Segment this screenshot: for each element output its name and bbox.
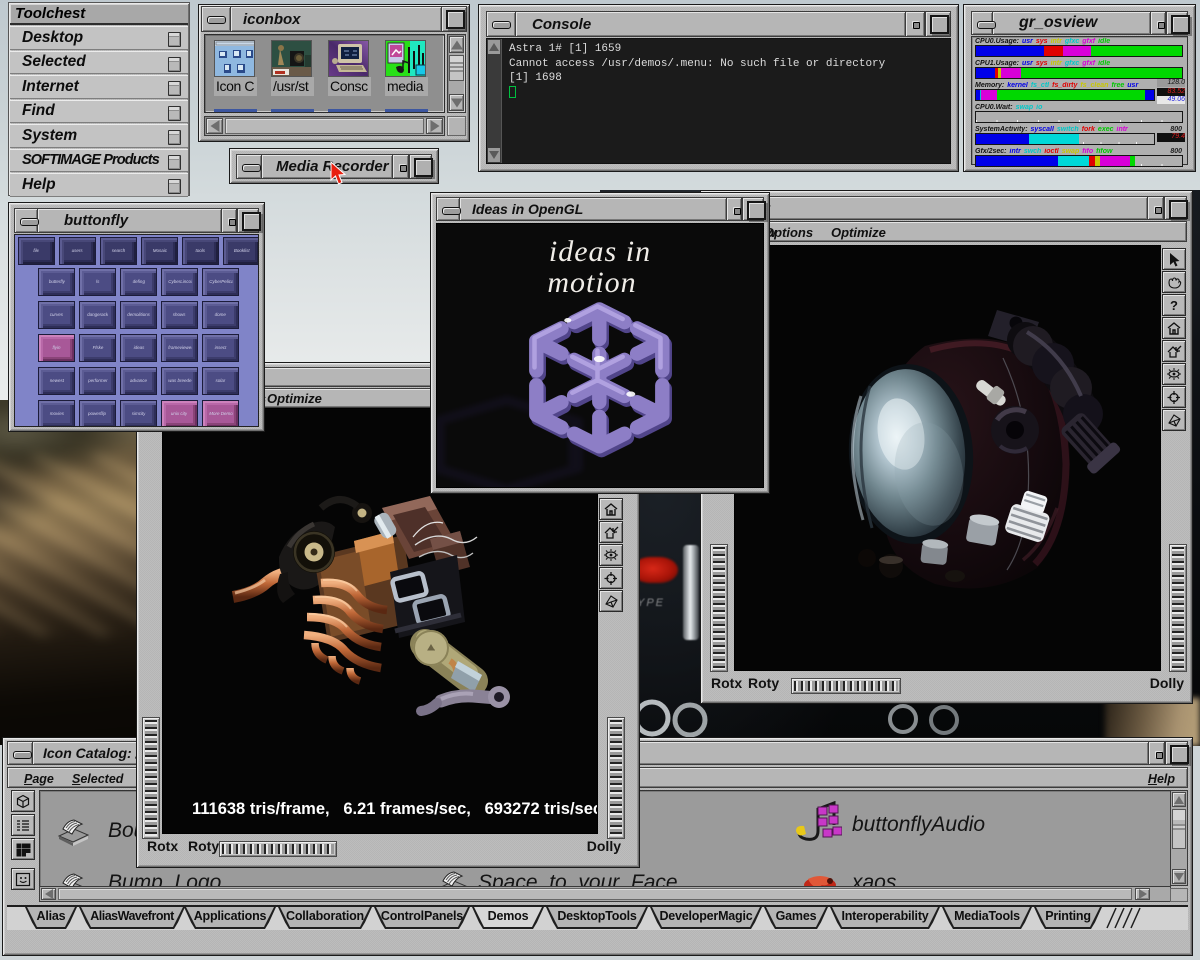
svg-text:111638 tris/frame, 6.21 fram: 111638 tris/frame, 6.21 frames/sec, 6932…: [192, 800, 598, 818]
svg-text:?: ?: [1170, 298, 1178, 313]
